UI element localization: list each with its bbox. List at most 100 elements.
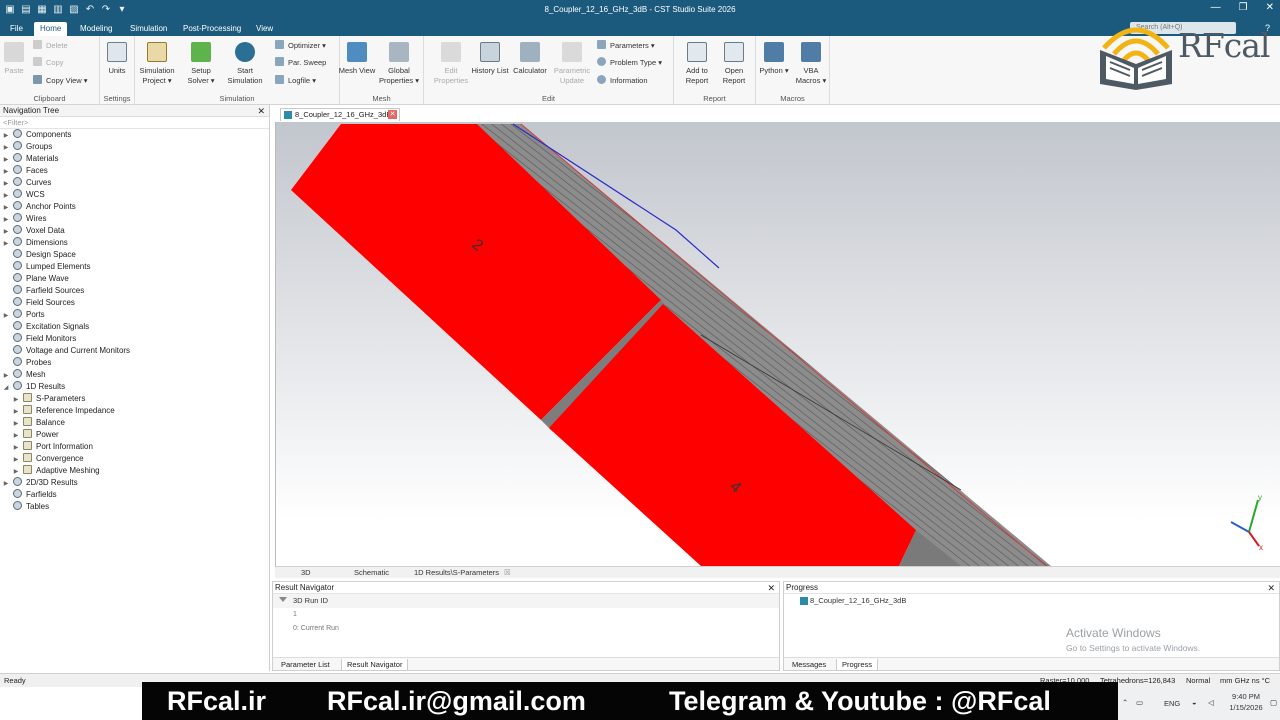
problem-type-button[interactable]: Problem Type ▾: [597, 57, 662, 69]
tree-item[interactable]: ▶ Groups: [2, 141, 52, 153]
tree-item[interactable]: ▶ WCS: [2, 189, 45, 201]
calculator-button[interactable]: Calculator: [510, 40, 550, 76]
close-icon[interactable]: ✕: [767, 582, 775, 594]
edit-properties-label: Edit Properties: [433, 66, 469, 85]
tree-item[interactable]: ▶ Voxel Data: [2, 225, 65, 237]
tree-item[interactable]: Farfields: [2, 489, 57, 501]
result-navigator-header: Result Navigator ✕: [273, 582, 779, 594]
tree-item[interactable]: ▶ Port Information: [12, 441, 93, 453]
tray-date[interactable]: 1/15/2026: [1226, 703, 1266, 712]
close-icon[interactable]: ✕: [257, 105, 265, 117]
copy-view-button[interactable]: Copy View ▾: [33, 75, 88, 87]
result-row[interactable]: 1: [273, 608, 779, 622]
tab-progress[interactable]: Progress: [836, 659, 879, 671]
par-sweep-button[interactable]: Par. Sweep: [275, 57, 326, 69]
delete-button[interactable]: Delete: [33, 40, 68, 52]
status-mode[interactable]: Normal: [1186, 674, 1210, 687]
tree-item[interactable]: Field Monitors: [2, 333, 76, 345]
edit-properties-button[interactable]: Edit Properties: [431, 40, 471, 86]
information-icon: [597, 75, 606, 84]
simulation-project-button[interactable]: Simulation Project ▾: [137, 40, 177, 86]
tree-item[interactable]: Tables: [2, 501, 49, 513]
tree-item[interactable]: ▶ Convergence: [12, 453, 84, 465]
tree-item[interactable]: ▶ Faces: [2, 165, 48, 177]
filter-icon[interactable]: [279, 597, 287, 602]
tab-messages[interactable]: Messages: [787, 659, 831, 670]
tree-item[interactable]: Lumped Elements: [2, 261, 90, 273]
par-sweep-label: Par. Sweep: [288, 58, 327, 67]
view-tab-schematic[interactable]: Schematic: [354, 568, 389, 578]
tree-item[interactable]: ▶ Balance: [12, 417, 65, 429]
tab-file[interactable]: File: [4, 22, 29, 36]
mesh-view-button[interactable]: Mesh View: [337, 40, 377, 76]
tab-view[interactable]: View: [250, 22, 279, 36]
tab-modeling[interactable]: Modeling: [74, 22, 118, 36]
tree-item[interactable]: ▶ Materials: [2, 153, 58, 165]
optimizer-button[interactable]: Optimizer ▾: [275, 40, 326, 52]
tree-filter-input[interactable]: <Filter>: [0, 117, 269, 129]
parameters-button[interactable]: Parameters ▾: [597, 40, 655, 52]
add-to-report-button[interactable]: Add to Report: [677, 40, 717, 86]
close-tab-icon[interactable]: ✕: [388, 110, 397, 119]
tree-item[interactable]: ▶ S-Parameters: [12, 393, 85, 405]
tab-home[interactable]: Home: [34, 22, 68, 36]
close-icon[interactable]: ✕: [1267, 582, 1275, 594]
tree-item[interactable]: ◢ 1D Results: [2, 381, 65, 393]
notifications-icon[interactable]: ▢: [1270, 698, 1277, 707]
open-report-button[interactable]: Open Report: [714, 40, 754, 86]
language-indicator[interactable]: ENG: [1164, 699, 1180, 708]
status-units[interactable]: mm GHz ns °C: [1220, 674, 1270, 687]
cst-window: ▣ ▤ ▦ ▥ ▧ ↶ ↷ ▾ 8_Coupler_12_16_GHz_3dB …: [0, 0, 1280, 720]
tree-item[interactable]: ▶ Mesh: [2, 369, 46, 381]
view-tab-3d[interactable]: 3D: [301, 568, 311, 578]
tray-volume-icon[interactable]: ◁: [1208, 698, 1214, 707]
banner-email: RFcal.ir@gmail.com: [327, 686, 586, 716]
units-button[interactable]: Units: [97, 40, 137, 76]
progress-item[interactable]: 8_Coupler_12_16_GHz_3dB: [784, 594, 1279, 608]
information-button[interactable]: Information: [597, 75, 648, 87]
tray-time[interactable]: 9:40 PM: [1226, 692, 1266, 701]
tree-item[interactable]: ▶ Curves: [2, 177, 51, 189]
tree-item[interactable]: ▶ Power: [12, 429, 59, 441]
tree-item[interactable]: ▶ Ports: [2, 309, 45, 321]
history-list-button[interactable]: History List: [470, 40, 510, 76]
python-button[interactable]: Python ▾: [754, 40, 794, 76]
logfile-button[interactable]: Logfile ▾: [275, 75, 316, 87]
folder-icon: [23, 453, 32, 462]
tree-item[interactable]: ▶ Wires: [2, 213, 46, 225]
tab-simulation[interactable]: Simulation: [124, 22, 173, 36]
start-simulation-button[interactable]: Start Simulation: [225, 40, 265, 86]
tree-item[interactable]: ▶ Adaptive Meshing: [12, 465, 100, 477]
tree-item[interactable]: Excitation Signals: [2, 321, 89, 333]
3d-viewport[interactable]: 2 4 y x: [275, 122, 1280, 566]
document-tab[interactable]: 8_Coupler_12_16_GHz_3dB ✕: [280, 108, 400, 121]
paste-button[interactable]: Paste: [0, 40, 32, 76]
tree-item[interactable]: Probes: [2, 357, 51, 369]
tree-item[interactable]: Voltage and Current Monitors: [2, 345, 130, 357]
tree-item[interactable]: ▶ Components: [2, 129, 71, 141]
tree-item-label: Farfields: [26, 490, 57, 499]
copy-button[interactable]: Copy: [33, 57, 64, 69]
tab-parameter-list[interactable]: Parameter List: [276, 659, 335, 670]
tray-network-icon[interactable]: ▭: [1136, 698, 1143, 707]
tree-item[interactable]: ▶ Anchor Points: [2, 201, 76, 213]
close-view-tab-icon[interactable]: ☒: [504, 568, 511, 578]
tree-item[interactable]: ▶ Reference Impedance: [12, 405, 115, 417]
tab-result-navigator[interactable]: Result Navigator: [341, 659, 409, 671]
expanded-arrow-icon[interactable]: ◢: [2, 382, 10, 394]
vba-macros-button[interactable]: VBA Macros ▾: [791, 40, 831, 86]
tree-item[interactable]: ▶ Dimensions: [2, 237, 68, 249]
tray-chevron-icon[interactable]: ⌃: [1122, 698, 1128, 707]
tree-item[interactable]: Farfield Sources: [2, 285, 84, 297]
tree-item[interactable]: Plane Wave: [2, 273, 69, 285]
tray-wifi-icon[interactable]: ◒: [1192, 698, 1197, 707]
setup-solver-button[interactable]: Setup Solver ▾: [181, 40, 221, 86]
tree-item[interactable]: ▶ 2D/3D Results: [2, 477, 78, 489]
tree-item[interactable]: Design Space: [2, 249, 76, 261]
view-tab-s-parameters[interactable]: 1D Results\S-Parameters: [414, 568, 499, 578]
tree-item[interactable]: Field Sources: [2, 297, 75, 309]
result-row[interactable]: 0: Current Run: [273, 622, 779, 636]
global-properties-button[interactable]: Global Properties ▾: [377, 40, 421, 86]
parametric-update-button[interactable]: Parametric Update: [552, 40, 592, 86]
tab-post-processing[interactable]: Post-Processing: [177, 22, 247, 36]
